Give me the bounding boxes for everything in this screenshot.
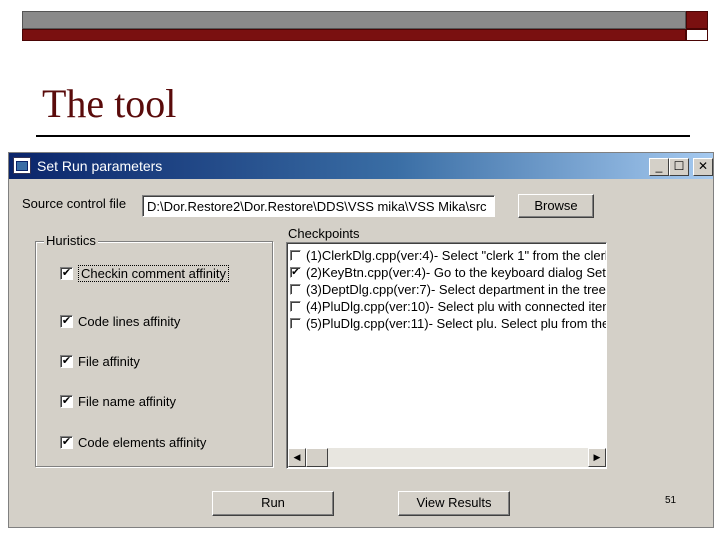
- horizontal-scrollbar[interactable]: ◀ ▶: [288, 448, 606, 467]
- heuristic-label: Checkin comment affinity: [78, 264, 229, 282]
- checkpoint-label: (5)PluDlg.cpp(ver:11)- Select plu. Selec…: [306, 316, 607, 331]
- scroll-right-icon[interactable]: ▶: [588, 448, 606, 467]
- checkbox[interactable]: ✔: [290, 267, 301, 278]
- checkpoints-label: Checkpoints: [288, 226, 360, 241]
- source-control-input[interactable]: D:\Dor.Restore2\Dor.Restore\DDS\VSS mika…: [142, 195, 495, 217]
- minimize-button[interactable]: _: [649, 158, 669, 176]
- scrollbar-thumb[interactable]: [306, 448, 328, 467]
- slide-title: The tool: [42, 81, 177, 126]
- maximize-button[interactable]: ☐: [669, 158, 689, 176]
- slide-header-band: [22, 11, 708, 41]
- list-item[interactable]: (3)DeptDlg.cpp(ver:7)- Select department…: [290, 281, 606, 298]
- checkpoint-label: (4)PluDlg.cpp(ver:10)- Select plu with c…: [306, 299, 607, 314]
- heuristic-file-name-affinity[interactable]: ✔ File name affinity: [60, 392, 176, 410]
- list-item[interactable]: ✔ (2)KeyBtn.cpp(ver:4)- Go to the keyboa…: [290, 264, 606, 281]
- checkbox[interactable]: [290, 284, 301, 295]
- close-button[interactable]: ✕: [693, 158, 713, 176]
- window-app-icon: [13, 157, 31, 174]
- heuristic-code-elements-affinity[interactable]: ✔ Code elements affinity: [60, 433, 206, 451]
- heuristic-label: File affinity: [78, 353, 140, 369]
- scroll-left-icon[interactable]: ◀: [288, 448, 306, 467]
- list-item[interactable]: (4)PluDlg.cpp(ver:10)- Select plu with c…: [290, 298, 607, 315]
- header-band-square-red: [686, 11, 708, 29]
- slide-page-number: 51: [665, 495, 677, 506]
- heuristics-group: Huristics ✔ Checkin comment affinity ✔ C…: [35, 233, 273, 467]
- header-band-gray: [22, 11, 686, 29]
- checkbox[interactable]: [290, 301, 301, 312]
- dialog-titlebar[interactable]: Set Run parameters _ ☐ ✕: [9, 153, 713, 179]
- heuristics-group-label: Huristics: [44, 233, 98, 248]
- checkbox[interactable]: ✔: [60, 266, 73, 280]
- title-divider: [36, 135, 690, 137]
- checkpoint-label: (3)DeptDlg.cpp(ver:7)- Select department…: [306, 282, 606, 297]
- checkbox[interactable]: [290, 318, 301, 329]
- run-button[interactable]: Run: [212, 491, 334, 516]
- heuristic-code-lines-affinity[interactable]: ✔ Code lines affinity: [60, 312, 180, 330]
- checkpoints-list[interactable]: (1)ClerkDlg.cpp(ver:4)- Select "clerk 1"…: [286, 242, 607, 469]
- heuristic-label: Code elements affinity: [78, 434, 207, 450]
- checkbox[interactable]: ✔: [60, 394, 73, 408]
- header-band-red: [22, 29, 686, 41]
- dialog-title: Set Run parameters: [37, 158, 163, 174]
- checkbox[interactable]: [290, 250, 301, 261]
- list-item[interactable]: (5)PluDlg.cpp(ver:11)- Select plu. Selec…: [290, 315, 607, 332]
- checkbox[interactable]: ✔: [60, 435, 73, 449]
- checkbox[interactable]: ✔: [60, 354, 73, 368]
- checkpoint-label: (1)ClerkDlg.cpp(ver:4)- Select "clerk 1"…: [306, 248, 607, 263]
- heuristic-file-affinity[interactable]: ✔ File affinity: [60, 352, 140, 370]
- checkpoint-label: (2)KeyBtn.cpp(ver:4)- Go to the keyboard…: [306, 265, 606, 280]
- heuristic-checkin-comment-affinity[interactable]: ✔ Checkin comment affinity: [60, 264, 229, 282]
- source-control-label: Source control file: [22, 196, 127, 211]
- heuristic-label: File name affinity: [78, 393, 177, 409]
- list-item[interactable]: (1)ClerkDlg.cpp(ver:4)- Select "clerk 1"…: [290, 247, 607, 264]
- browse-button[interactable]: Browse: [518, 194, 594, 218]
- set-run-parameters-dialog: Set Run parameters _ ☐ ✕ Source control …: [8, 152, 714, 528]
- header-band-square-white: [686, 29, 708, 41]
- heuristic-label: Code lines affinity: [78, 313, 181, 329]
- view-results-button[interactable]: View Results: [398, 491, 510, 516]
- checkbox[interactable]: ✔: [60, 314, 73, 328]
